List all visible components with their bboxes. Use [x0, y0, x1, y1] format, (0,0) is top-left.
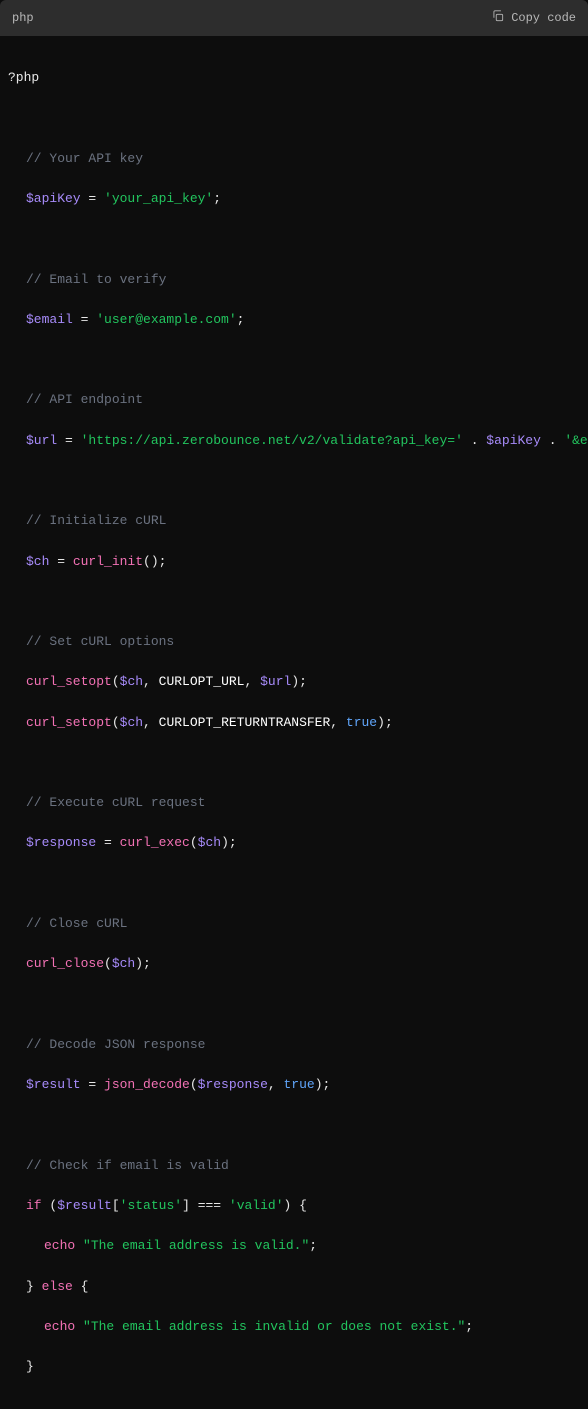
func: curl_setopt: [26, 674, 112, 689]
op: =: [81, 1077, 104, 1092]
var: $result: [57, 1198, 112, 1213]
op: ===: [190, 1198, 229, 1213]
punct: ]: [182, 1198, 190, 1213]
const: CURLOPT_RETURNTRANSFER: [159, 715, 331, 730]
op: =: [96, 835, 119, 850]
var: $url: [260, 674, 291, 689]
punct: ): [135, 956, 143, 971]
punct: ,: [143, 674, 159, 689]
var: $url: [26, 433, 57, 448]
keyword: if: [26, 1198, 42, 1213]
string: 'your_api_key': [104, 191, 213, 206]
punct: ;: [323, 1077, 331, 1092]
punct: ;: [465, 1319, 473, 1334]
punct: (: [112, 715, 120, 730]
punct: ;: [299, 674, 307, 689]
string: 'valid': [229, 1198, 284, 1213]
comment: // Your API key: [26, 151, 143, 166]
punct: (: [49, 1198, 57, 1213]
punct: ): [221, 835, 229, 850]
copy-code-label: Copy code: [511, 11, 576, 25]
var: $response: [26, 835, 96, 850]
punct: ): [315, 1077, 323, 1092]
punct: ): [377, 715, 385, 730]
punct: }: [26, 1359, 34, 1374]
func: curl_setopt: [26, 715, 112, 730]
copy-code-button[interactable]: Copy code: [491, 9, 576, 27]
func: curl_exec: [120, 835, 190, 850]
string: 'user@example.com': [96, 312, 236, 327]
punct: ,: [244, 674, 260, 689]
punct: (: [143, 554, 151, 569]
punct: (: [112, 674, 120, 689]
string: 'https://api.zerobounce.net/v2/validate?…: [81, 433, 463, 448]
comment: // Execute cURL request: [26, 795, 205, 810]
op: =: [57, 433, 80, 448]
punct: ,: [143, 715, 159, 730]
punct: ;: [213, 191, 221, 206]
punct: (: [104, 956, 112, 971]
op: =: [49, 554, 72, 569]
var: $result: [26, 1077, 81, 1092]
const: CURLOPT_URL: [159, 674, 245, 689]
punct: ,: [268, 1077, 284, 1092]
language-label: php: [12, 11, 34, 25]
var: $response: [198, 1077, 268, 1092]
punct: ): [291, 674, 299, 689]
punct: (: [190, 1077, 198, 1092]
var: $ch: [112, 956, 135, 971]
func: curl_init: [73, 554, 143, 569]
comment: // Initialize cURL: [26, 513, 166, 528]
func: json_decode: [104, 1077, 190, 1092]
string: 'status': [120, 1198, 182, 1213]
punct: ): [284, 1198, 292, 1213]
bool: true: [283, 1077, 314, 1092]
comment: // Email to verify: [26, 272, 166, 287]
var: $ch: [198, 835, 221, 850]
op: .: [541, 433, 564, 448]
op: =: [73, 312, 96, 327]
keyword: echo: [44, 1238, 75, 1253]
string: "The email address is valid.": [83, 1238, 309, 1253]
string: '&email=': [564, 433, 588, 448]
comment: // API endpoint: [26, 392, 143, 407]
var: $ch: [26, 554, 49, 569]
punct: ;: [385, 715, 393, 730]
punct: }: [26, 1279, 34, 1294]
var: $email: [26, 312, 73, 327]
op: =: [81, 191, 104, 206]
keyword: echo: [44, 1319, 75, 1334]
func: curl_close: [26, 956, 104, 971]
keyword: else: [34, 1279, 81, 1294]
php-open-tag: ?php: [8, 70, 39, 85]
comment: // Check if email is valid: [26, 1158, 229, 1173]
comment: // Close cURL: [26, 916, 127, 931]
code-block: ?php // Your API key $apiKey = 'your_api…: [0, 36, 588, 1409]
var: $ch: [120, 674, 143, 689]
op: .: [463, 433, 486, 448]
punct: ;: [229, 835, 237, 850]
punct: ;: [309, 1238, 317, 1253]
comment: // Set cURL options: [26, 634, 174, 649]
bool: true: [346, 715, 377, 730]
var: $apiKey: [26, 191, 81, 206]
punct: [: [112, 1198, 120, 1213]
punct: (: [190, 835, 198, 850]
punct: ,: [330, 715, 346, 730]
punct: ;: [143, 956, 151, 971]
var: $apiKey: [486, 433, 541, 448]
punct: ): [151, 554, 159, 569]
code-header: php Copy code: [0, 0, 588, 36]
punct: ;: [237, 312, 245, 327]
punct: {: [291, 1198, 307, 1213]
punct: ;: [159, 554, 167, 569]
comment: // Decode JSON response: [26, 1037, 205, 1052]
copy-icon: [491, 9, 505, 27]
string: "The email address is invalid or does no…: [83, 1319, 465, 1334]
var: $ch: [120, 715, 143, 730]
